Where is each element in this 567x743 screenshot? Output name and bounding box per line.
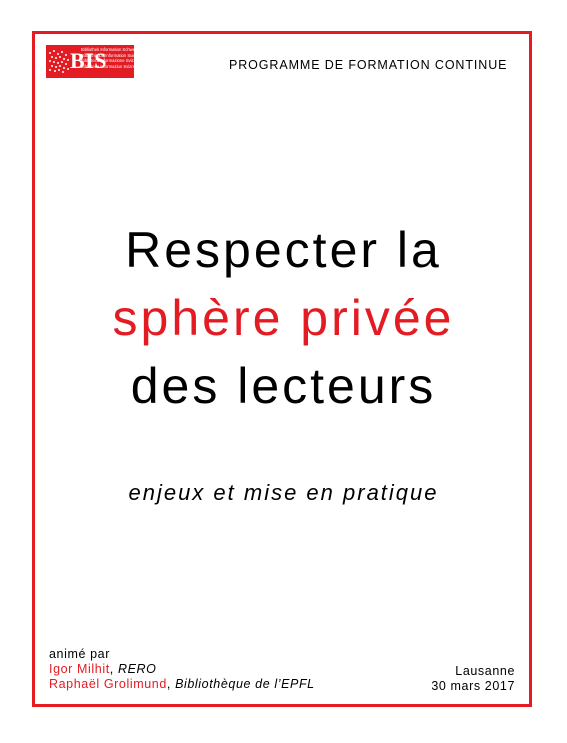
presenter-org: RERO xyxy=(117,662,157,676)
programme-label: PROGRAMME DE FORMATION CONTINUE xyxy=(229,58,508,72)
presenter: Igor Milhit, RERO xyxy=(49,662,315,677)
event-city: Lausanne xyxy=(455,664,515,678)
credits: animé par Igor Milhit, RERO Raphaël Grol… xyxy=(49,647,315,692)
bis-logo-lines: Bibliothek Information Schweiz Bibliothè… xyxy=(81,47,142,69)
event-date: 30 mars 2017 xyxy=(431,679,515,693)
presenter-org: Bibliothèque de l’EPFL xyxy=(175,677,315,691)
bis-logo-line: Biblioteca Informazione Svizzera xyxy=(81,58,142,64)
presenter-separator: , xyxy=(166,677,176,691)
credits-intro: animé par xyxy=(49,647,110,661)
presenter: Raphaël Grolimund, Bibliothèque de l’EPF… xyxy=(49,677,315,692)
bis-logo-line: Biblioteca Informaziun Svizra xyxy=(81,63,135,69)
title-line-3: des lecteurs xyxy=(130,358,437,414)
bis-logo-line: Bibliothek Information Schweiz xyxy=(81,47,139,52)
subtitle: enjeux et mise en pratique xyxy=(128,480,439,505)
presenter-separator: , xyxy=(109,662,118,676)
title-line-2: sphère privée xyxy=(112,290,455,346)
presenter-name: Raphaël Grolimund xyxy=(49,677,167,691)
presenter-name: Igor Milhit xyxy=(49,662,110,676)
bis-logo-dots xyxy=(49,50,69,73)
title-line-1: Respecter la xyxy=(125,222,442,278)
event-info: Lausanne 30 mars 2017 xyxy=(431,664,515,694)
